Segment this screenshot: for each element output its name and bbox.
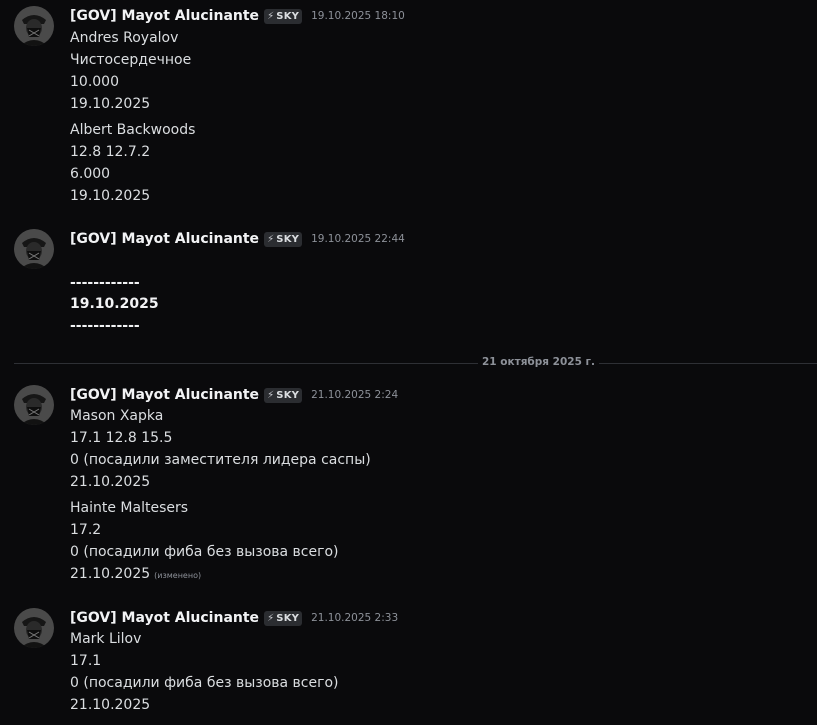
message-header: [GOV] Mayot Alucinante ⚡ SKY 19.10.2025 2… — [70, 229, 405, 249]
server-tag-label: SKY — [276, 389, 300, 401]
message-line: Mark Lilov — [70, 631, 142, 647]
user-avatar-icon — [14, 6, 54, 46]
message-line: 19.10.2025 — [70, 296, 159, 312]
user-avatar-icon — [14, 385, 54, 425]
username[interactable]: [GOV] Mayot Alucinante — [70, 231, 259, 247]
server-tag-label: SKY — [276, 10, 300, 22]
server-tag-badge[interactable]: ⚡ SKY — [264, 231, 303, 247]
avatar[interactable] — [14, 608, 54, 648]
message-line: 17.1 12.8 15.5 — [70, 430, 173, 446]
date-divider — [14, 363, 817, 364]
avatar[interactable] — [14, 6, 54, 46]
username[interactable]: [GOV] Mayot Alucinante — [70, 610, 259, 626]
server-tag-label: SKY — [276, 233, 300, 245]
server-tag-label: SKY — [276, 612, 300, 624]
server-tag-badge[interactable]: ⚡ SKY — [264, 387, 303, 403]
lightning-icon: ⚡ — [267, 389, 275, 401]
message-line: 6.000 — [70, 166, 111, 182]
message-line: 17.1 — [70, 653, 102, 669]
message-header: [GOV] Mayot Alucinante ⚡ SKY 21.10.2025 2… — [70, 608, 398, 628]
message-line: Hainte Maltesers — [70, 500, 189, 516]
message-timestamp[interactable]: 21.10.2025 2:33 — [311, 612, 398, 624]
avatar[interactable] — [14, 229, 54, 269]
avatar[interactable] — [14, 385, 54, 425]
lightning-icon: ⚡ — [267, 233, 275, 245]
message-timestamp[interactable]: 19.10.2025 18:10 — [311, 10, 405, 22]
message-line: 10.000 — [70, 74, 119, 90]
message-line: 21.10.2025 — [70, 697, 151, 713]
message-line: 21.10.2025 — [70, 474, 151, 490]
username[interactable]: [GOV] Mayot Alucinante — [70, 387, 259, 403]
message-line: 21.10.2025 — [70, 566, 151, 582]
server-tag-badge[interactable]: ⚡ SKY — [264, 610, 303, 626]
message-line: 17.2 — [70, 522, 102, 538]
message-line: 0 (посадили фиба без вызова всего) — [70, 675, 339, 691]
message-line: Mason Xapka — [70, 408, 164, 424]
user-avatar-icon — [14, 608, 54, 648]
message-line-edited: 21.10.2025 (изменено) — [70, 564, 201, 584]
username[interactable]: [GOV] Mayot Alucinante — [70, 8, 259, 24]
message-timestamp[interactable]: 19.10.2025 22:44 — [311, 233, 405, 245]
message-line: 19.10.2025 — [70, 188, 151, 204]
message-line: Чистосердечное — [70, 52, 192, 68]
message-line: 12.8 12.7.2 — [70, 144, 151, 160]
message-line: 0 (посадили заместителя лидера саспы) — [70, 452, 371, 468]
message-line: Andres Royalov — [70, 30, 179, 46]
message-line: ------------ — [70, 275, 140, 291]
edited-label[interactable]: (изменено) — [154, 571, 201, 580]
message-header: [GOV] Mayot Alucinante ⚡ SKY 21.10.2025 2… — [70, 385, 398, 405]
message-line: 19.10.2025 — [70, 96, 151, 112]
message-line: 0 (посадили фиба без вызова всего) — [70, 544, 339, 560]
message-line: ------------ — [70, 318, 140, 334]
user-avatar-icon — [14, 229, 54, 269]
lightning-icon: ⚡ — [267, 612, 275, 624]
lightning-icon: ⚡ — [267, 10, 275, 22]
chat-messages: [GOV] Mayot Alucinante ⚡ SKY 19.10.2025 1… — [0, 0, 817, 725]
message-header: [GOV] Mayot Alucinante ⚡ SKY 19.10.2025 1… — [70, 6, 405, 26]
date-divider-label: 21 октября 2025 г. — [478, 356, 600, 368]
message-timestamp[interactable]: 21.10.2025 2:24 — [311, 389, 398, 401]
message-line: Albert Backwoods — [70, 122, 196, 138]
server-tag-badge[interactable]: ⚡ SKY — [264, 8, 303, 24]
